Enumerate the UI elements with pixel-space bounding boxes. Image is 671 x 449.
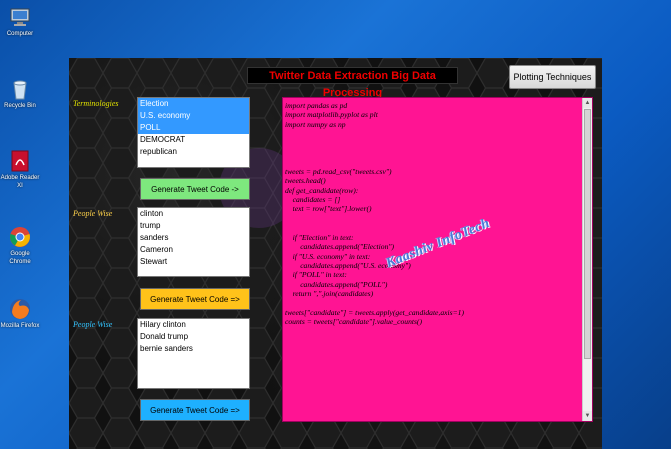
list-item[interactable]: Cameron xyxy=(138,244,249,256)
list-item[interactable]: Stewart xyxy=(138,256,249,268)
code-line: candidates = [] xyxy=(285,195,341,205)
code-line: candidates.append("U.S. economy") xyxy=(285,260,411,270)
adobe-reader-icon xyxy=(9,150,31,172)
scroll-up-icon[interactable]: ▲ xyxy=(583,98,592,108)
code-line: counts = tweets["candidate"].value_count… xyxy=(285,317,422,327)
code-line: import numpy as np xyxy=(285,119,346,129)
desktop-icon-label: Google Chrome xyxy=(9,251,31,265)
list-item[interactable]: Donald trump xyxy=(138,331,249,343)
desktop-icon-label: Adobe Reader XI xyxy=(0,175,40,189)
plotting-techniques-button[interactable]: Plotting Techniques xyxy=(509,65,596,89)
code-line: import matplotlib.pyplot as plt xyxy=(285,110,378,120)
desktop-icon-firefox[interactable]: Mozilla Firefox xyxy=(0,298,40,330)
terminologies-label: Terminologies xyxy=(73,99,119,108)
code-line: tweets["candidate"] = tweets.apply(get_c… xyxy=(285,307,465,317)
chrome-icon xyxy=(9,226,31,248)
code-line: candidates.append("POLL") xyxy=(285,279,388,289)
list-item[interactable]: clinton xyxy=(138,208,249,220)
code-content: import pandas as pd import matplotlib.pyp… xyxy=(285,101,577,327)
desktop-icon-label: Recycle Bin xyxy=(4,103,36,109)
code-line: if "POLL" in text: xyxy=(285,270,347,280)
app-title: Twitter Data Extraction Big Data Process… xyxy=(247,67,458,99)
list-item[interactable]: POLL xyxy=(138,122,249,134)
app-window: Twitter Data Extraction Big Data Process… xyxy=(69,58,602,449)
code-line: def get_candidate(row): xyxy=(285,185,359,195)
recycle-bin-icon xyxy=(9,78,31,100)
people-wise-label-1: People Wise xyxy=(73,209,113,218)
generate-tweet-code-button-2[interactable]: Generate Tweet Code => xyxy=(140,288,250,310)
desktop-icon-computer[interactable]: Computer xyxy=(0,6,40,38)
computer-icon xyxy=(9,6,31,28)
desktop-icon-chrome[interactable]: Google Chrome xyxy=(0,226,40,266)
code-textarea[interactable]: import pandas as pd import matplotlib.pyp… xyxy=(282,97,593,422)
list-item[interactable]: sanders xyxy=(138,232,249,244)
people-wise-listbox-2[interactable]: Hilary clinton Donald trump bernie sande… xyxy=(137,318,250,389)
scroll-thumb[interactable] xyxy=(584,109,591,359)
code-line: tweets.head() xyxy=(285,176,326,186)
code-line: text = row["text"].lower() xyxy=(285,204,372,214)
people-wise-label-2: People Wise xyxy=(73,320,113,329)
firefox-icon xyxy=(9,298,31,320)
code-line: tweets = pd.read_csv("tweets.csv") xyxy=(285,166,392,176)
desktop-icon-recycle-bin[interactable]: Recycle Bin xyxy=(0,78,40,110)
list-item[interactable]: Election xyxy=(138,98,249,110)
list-item[interactable]: republican xyxy=(138,146,249,158)
desktop-icon-adobe-reader[interactable]: Adobe Reader XI xyxy=(0,150,40,190)
terminologies-listbox[interactable]: Election U.S. economy POLL DEMOCRAT repu… xyxy=(137,97,250,168)
list-item[interactable]: DEMOCRAT xyxy=(138,134,249,146)
generate-tweet-code-button-3[interactable]: Generate Tweet Code => xyxy=(140,399,250,421)
scroll-down-icon[interactable]: ▼ xyxy=(583,411,592,421)
list-item[interactable]: bernie sanders xyxy=(138,343,249,355)
people-wise-listbox-1[interactable]: clinton trump sanders Cameron Stewart xyxy=(137,207,250,277)
list-item[interactable]: U.S. economy xyxy=(138,110,249,122)
code-scrollbar[interactable]: ▲ ▼ xyxy=(582,98,592,421)
list-item[interactable]: trump xyxy=(138,220,249,232)
desktop-icon-label: Mozilla Firefox xyxy=(0,323,40,329)
code-line: return ",".join(candidates) xyxy=(285,289,374,299)
generate-tweet-code-button-1[interactable]: Generate Tweet Code -> xyxy=(140,178,250,200)
desktop-icon-label: Computer xyxy=(6,31,34,37)
code-line: import pandas as pd xyxy=(285,101,348,110)
list-item[interactable]: Hilary clinton xyxy=(138,319,249,331)
